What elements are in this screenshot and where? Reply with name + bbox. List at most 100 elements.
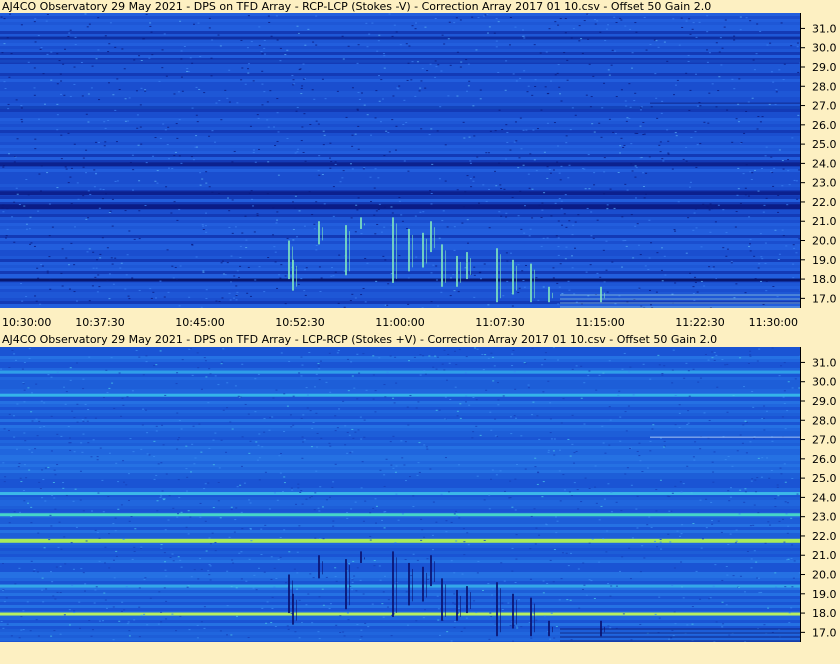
freq-band [0, 557, 800, 560]
noise-pixel [303, 290, 306, 292]
noise-pixel [662, 446, 665, 448]
noise-pixel [173, 201, 176, 203]
frequency-tick-label: 31.0 [812, 22, 837, 35]
noise-pixel [409, 395, 412, 397]
noise-pixel [383, 575, 386, 577]
noise-pixel [571, 443, 574, 445]
noise-pixel [407, 303, 410, 305]
freq-band [0, 46, 800, 49]
noise-pixel [524, 363, 527, 365]
noise-pixel [85, 172, 88, 174]
noise-pixel [600, 136, 603, 138]
noise-pixel [634, 176, 637, 178]
time-axis: 10:30:00 10:37:30 10:45:00 10:52:30 11:00:00… [0, 314, 840, 329]
noise-pixel [60, 548, 63, 550]
burst-streak [318, 555, 320, 579]
noise-pixel [301, 457, 304, 459]
noise-pixel [108, 43, 111, 45]
freq-band [0, 617, 800, 620]
noise-pixel [163, 587, 166, 589]
noise-pixel [473, 274, 476, 276]
noise-pixel [235, 299, 238, 301]
noise-pixel [128, 520, 131, 522]
noise-pixel [309, 573, 312, 575]
noise-pixel [3, 43, 6, 45]
noise-pixel [99, 188, 102, 190]
noise-pixel [432, 366, 435, 368]
noise-pixel [598, 561, 601, 563]
noise-pixel [205, 550, 208, 552]
noise-pixel [729, 533, 732, 535]
noise-pixel [96, 259, 99, 261]
noise-pixel [305, 498, 308, 500]
freq-band [0, 602, 800, 605]
noise-pixel [258, 266, 261, 268]
noise-pixel [165, 575, 168, 577]
noise-pixel [787, 159, 790, 161]
freq-band [0, 232, 800, 235]
noise-pixel [270, 35, 273, 37]
noise-pixel [449, 295, 452, 297]
noise-pixel [749, 355, 752, 357]
noise-pixel [446, 226, 449, 228]
noise-pixel [145, 361, 148, 363]
noise-pixel [434, 76, 437, 78]
noise-pixel [649, 304, 652, 306]
noise-pixel [294, 631, 297, 633]
noise-pixel [563, 489, 566, 491]
noise-pixel [512, 349, 515, 351]
noise-pixel [644, 193, 647, 195]
noise-pixel [753, 169, 756, 171]
burst-streak [349, 231, 350, 272]
noise-pixel [363, 436, 366, 438]
noise-pixel [196, 146, 199, 148]
noise-pixel [538, 438, 541, 440]
noise-pixel [318, 510, 321, 512]
noise-pixel [10, 515, 13, 517]
noise-pixel [297, 32, 300, 34]
noise-pixel [362, 593, 365, 595]
noise-pixel [671, 492, 674, 494]
noise-pixel [790, 517, 793, 519]
noise-pixel [763, 405, 766, 407]
noise-pixel [390, 206, 393, 208]
noise-pixel [681, 524, 684, 526]
noise-pixel [93, 186, 96, 188]
noise-pixel [744, 292, 747, 294]
noise-pixel [696, 105, 699, 107]
noise-pixel [334, 415, 337, 417]
noise-pixel [231, 559, 234, 561]
noise-pixel [91, 285, 94, 287]
noise-pixel [186, 586, 189, 588]
noise-pixel [127, 499, 130, 501]
noise-pixel [655, 291, 658, 293]
noise-pixel [521, 29, 524, 31]
noise-pixel [523, 286, 526, 288]
noise-pixel [548, 28, 551, 30]
noise-pixel [674, 485, 677, 487]
noise-pixel [390, 635, 393, 637]
noise-pixel [495, 40, 498, 42]
noise-pixel [34, 41, 37, 43]
noise-pixel [408, 360, 411, 362]
noise-pixel [8, 153, 11, 155]
freq-band [0, 482, 800, 485]
noise-pixel [620, 137, 623, 139]
noise-pixel [707, 122, 710, 124]
noise-pixel [448, 21, 451, 23]
freq-band [0, 256, 800, 259]
noise-pixel [435, 521, 438, 523]
noise-pixel [448, 362, 451, 364]
noise-pixel [38, 173, 41, 175]
noise-pixel [747, 195, 750, 197]
noise-pixel [670, 510, 673, 512]
noise-pixel [667, 533, 670, 535]
noise-pixel [641, 545, 644, 547]
noise-pixel [467, 242, 470, 244]
noise-pixel [284, 303, 287, 305]
frequency-tick-label: 23.0 [812, 511, 837, 524]
noise-pixel [10, 635, 13, 637]
noise-pixel [357, 44, 360, 46]
noise-pixel [480, 278, 483, 280]
noise-pixel [200, 388, 203, 390]
